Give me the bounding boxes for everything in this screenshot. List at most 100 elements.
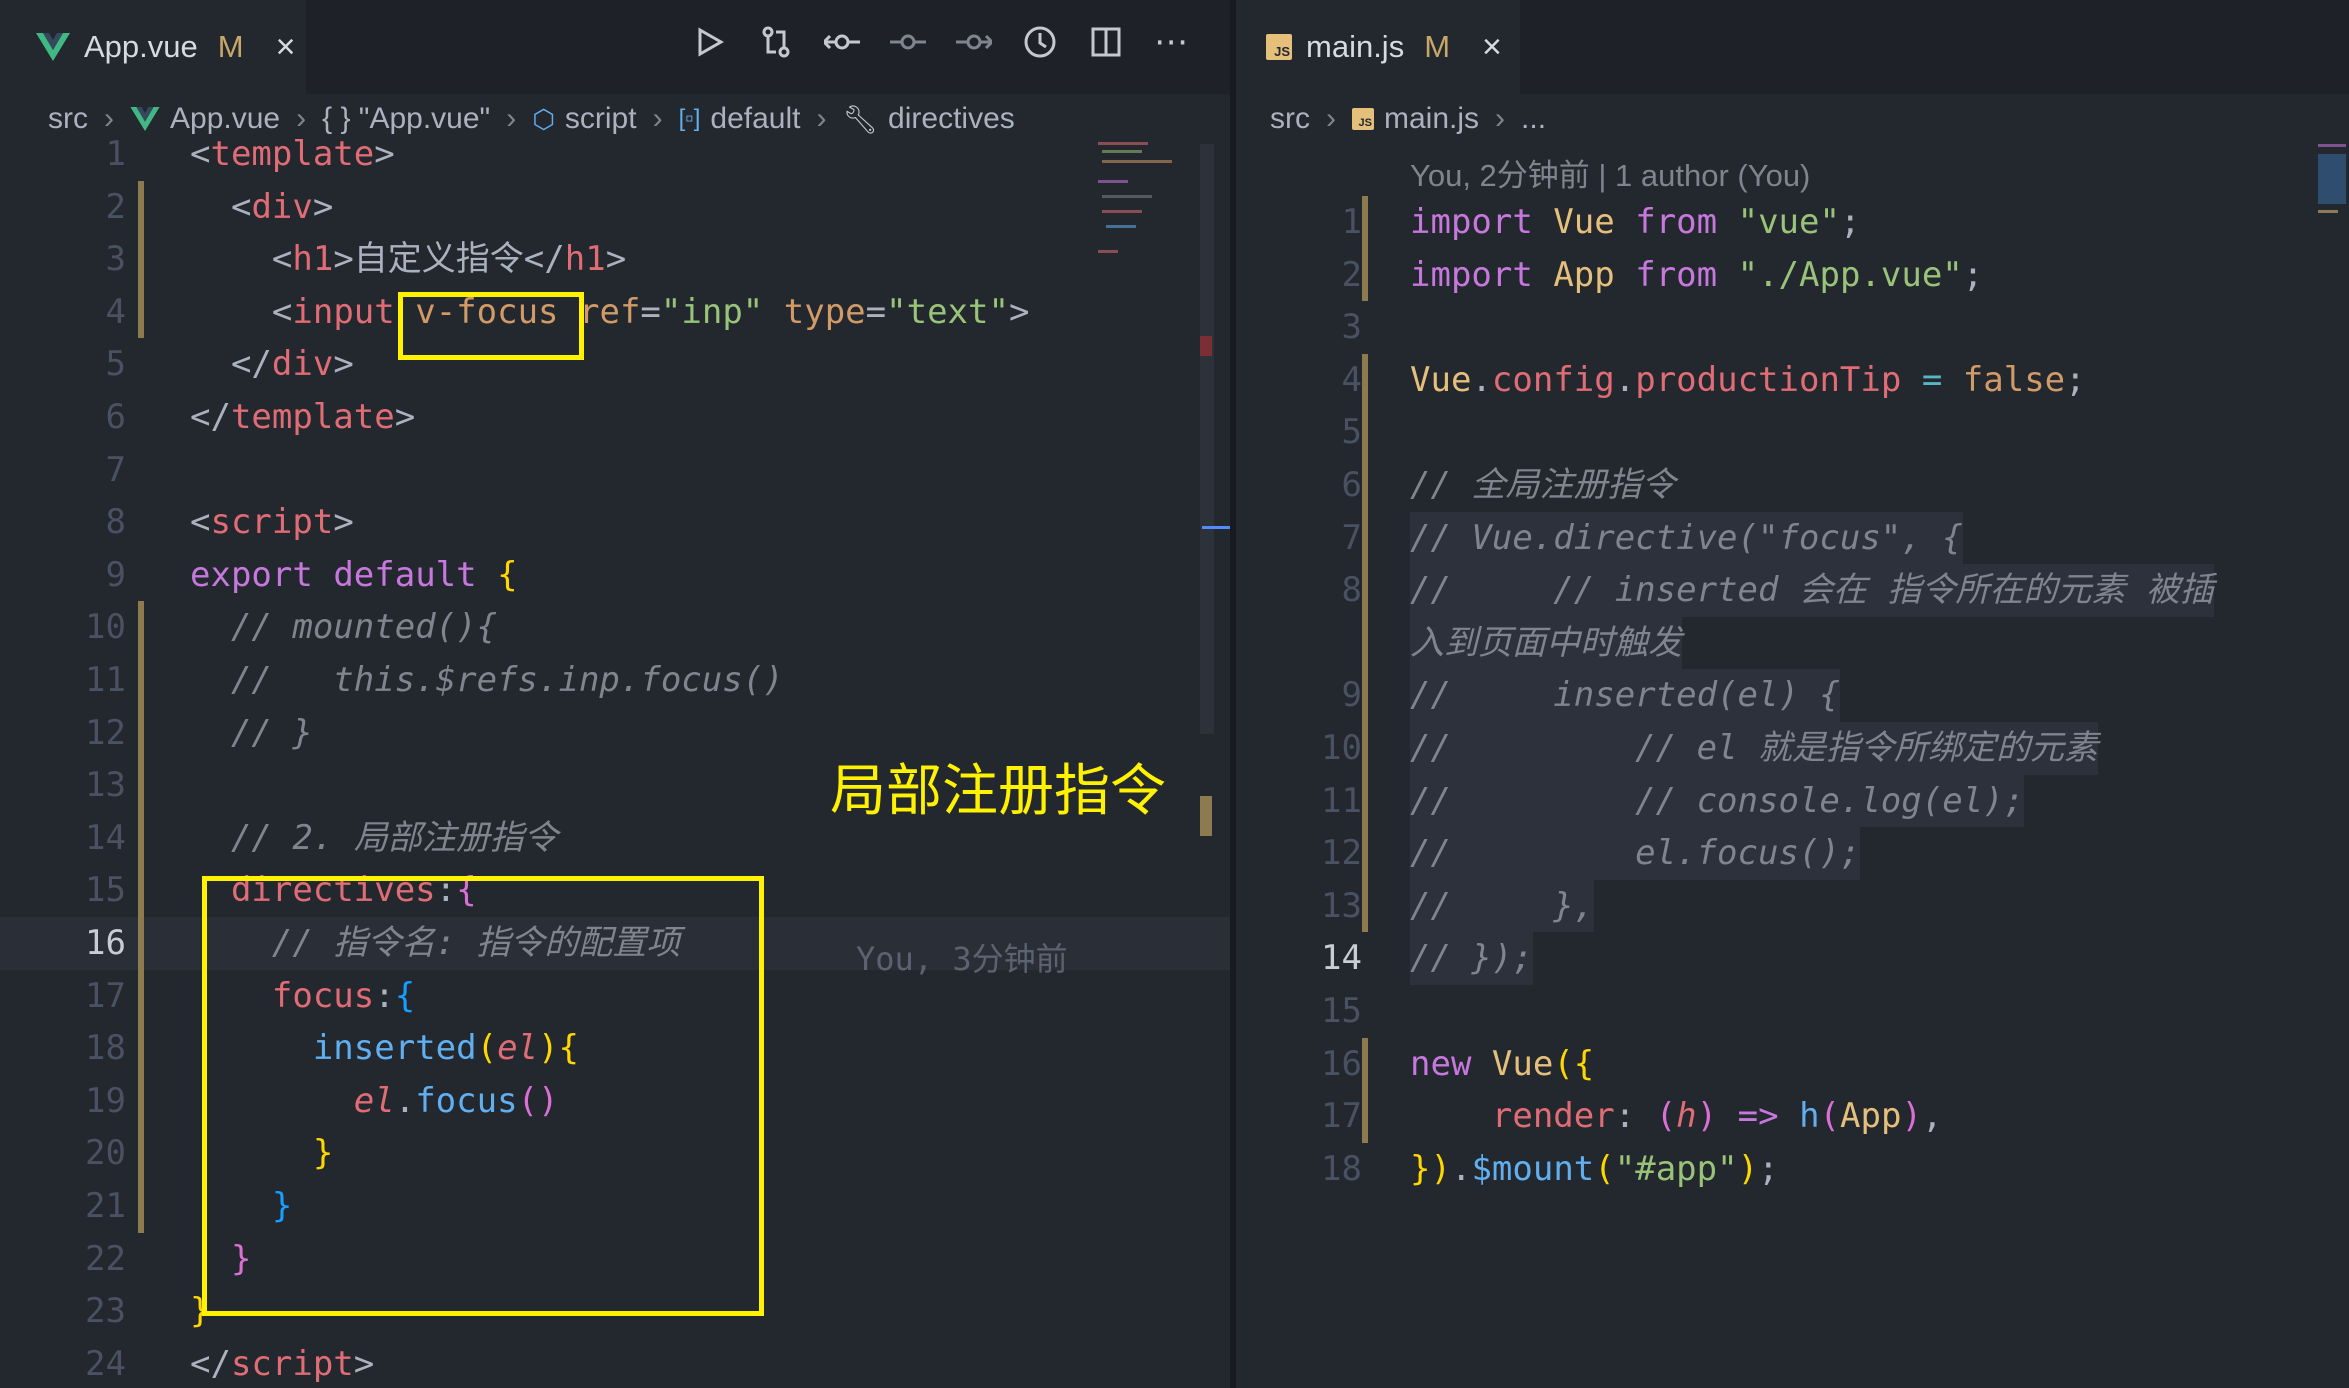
code-text: // el.focus(); bbox=[1410, 827, 1861, 880]
code-line[interactable]: 3 bbox=[1236, 301, 2349, 354]
line-number: 1 bbox=[105, 134, 126, 174]
line-number: 5 bbox=[1341, 412, 1362, 453]
split-editor-icon[interactable] bbox=[1088, 22, 1124, 62]
code-line[interactable]: 11 // // console.log(el); bbox=[1236, 774, 2349, 828]
line-number: 14 bbox=[85, 817, 126, 858]
line-number: 3 bbox=[105, 239, 126, 280]
code-line[interactable]: 1 <template> bbox=[0, 128, 1230, 181]
code-line[interactable]: 10 // // el 就是指令所绑定的元素 bbox=[1236, 722, 2349, 775]
code-text: // }); bbox=[1410, 932, 1533, 985]
line-number: 6 bbox=[1341, 465, 1362, 505]
line-number: 18 bbox=[85, 1028, 126, 1069]
code-text: // // inserted 会在 指令所在的元素 被插 bbox=[1410, 564, 2214, 617]
code-line[interactable]: 10 // mounted(){ bbox=[0, 601, 1230, 654]
js-file-icon: JS bbox=[1266, 34, 1292, 60]
line-number: 8 bbox=[105, 502, 126, 543]
code-line[interactable]: 2 <div> bbox=[0, 181, 1230, 234]
code-line[interactable]: 6 // 全局注册指令 bbox=[1236, 459, 2349, 512]
git-change-gutter[interactable] bbox=[1362, 196, 1368, 302]
line-number: 11 bbox=[1321, 780, 1362, 821]
minimap[interactable] bbox=[2316, 140, 2349, 270]
code-line[interactable]: 18}).$mount("#app"); bbox=[1236, 1143, 2349, 1196]
more-actions-icon[interactable]: ⋯ bbox=[1154, 22, 1190, 62]
code-line[interactable]: 7 // Vue.directive("focus", { bbox=[1236, 511, 2349, 565]
close-tab-icon[interactable]: × bbox=[276, 28, 296, 67]
line-number: 7 bbox=[105, 449, 126, 490]
git-commit-icon[interactable] bbox=[824, 22, 860, 62]
timeline-icon[interactable] bbox=[1022, 22, 1058, 62]
code-line[interactable]: 24 </script> bbox=[0, 1338, 1230, 1388]
breadcrumb-file[interactable]: main.js bbox=[1384, 102, 1479, 136]
line-number: 11 bbox=[85, 660, 126, 700]
line-number: 7 bbox=[1341, 517, 1362, 558]
code-line[interactable]: 15 bbox=[1236, 985, 2349, 1038]
code-text: export default { bbox=[190, 554, 518, 595]
tab-main-js[interactable]: JS main.js M × bbox=[1236, 0, 1520, 94]
code-line[interactable]: 13 // }, bbox=[1236, 879, 2349, 933]
line-number: 1 bbox=[1341, 202, 1362, 242]
scroll-change-marker bbox=[1200, 796, 1212, 836]
left-editor-group: App.vue M × ⋯ src › App.vue › { } "App.v… bbox=[0, 0, 1230, 1388]
annotation-label: 局部注册指令 bbox=[830, 759, 1166, 824]
code-line[interactable]: 7 bbox=[0, 444, 1230, 497]
git-change-gutter[interactable] bbox=[138, 180, 144, 339]
code-line[interactable]: 6 </template> bbox=[0, 391, 1230, 444]
code-text: // // el 就是指令所绑定的元素 bbox=[1410, 722, 2098, 775]
code-line[interactable]: 2 import App from "./App.vue"; bbox=[1236, 249, 2349, 302]
code-text: 入到页面中时触发 bbox=[1410, 616, 1682, 670]
code-line[interactable]: 12 // el.focus(); bbox=[1236, 827, 2349, 880]
code-line[interactable]: 9 // inserted(el) { bbox=[1236, 669, 2349, 722]
code-line[interactable]: 5 </div> bbox=[0, 338, 1230, 391]
line-number: 20 bbox=[85, 1133, 126, 1174]
code-text: </template> bbox=[190, 397, 416, 437]
code-line[interactable]: 17 render: (h) => h(App), bbox=[1236, 1090, 2349, 1143]
vertical-scrollbar[interactable] bbox=[1200, 144, 1214, 734]
chevron-right-icon: › bbox=[1326, 102, 1336, 135]
run-icon[interactable] bbox=[692, 22, 728, 62]
code-line[interactable]: 8 // // inserted 会在 指令所在的元素 被插 bbox=[1236, 564, 2349, 617]
line-number: 21 bbox=[85, 1186, 126, 1226]
close-tab-icon[interactable]: × bbox=[1482, 28, 1502, 67]
git-change-gutter[interactable] bbox=[1362, 353, 1368, 933]
line-number: 16 bbox=[1321, 1043, 1362, 1084]
code-line[interactable]: 入到页面中时触发 bbox=[1236, 616, 2349, 670]
code-line[interactable]: 1 import Vue from "vue"; bbox=[1236, 196, 2349, 249]
breadcrumb: src › JS main.js › ... bbox=[1236, 94, 2349, 144]
line-number: 22 bbox=[85, 1238, 126, 1279]
code-line[interactable]: 16 new Vue({ bbox=[1236, 1038, 2349, 1091]
code-line[interactable]: 4 <input v-focus ref="inp" type="text"> bbox=[0, 286, 1230, 339]
tab-app-vue[interactable]: App.vue M × bbox=[0, 0, 306, 94]
code-line[interactable]: 8 <script> bbox=[0, 496, 1230, 549]
codelens-author[interactable]: You, 2分钟前 | 1 author (You) bbox=[1410, 150, 1810, 195]
editor-actions: ⋯ bbox=[692, 22, 1190, 62]
previous-change-icon[interactable] bbox=[890, 22, 926, 62]
breadcrumb-more[interactable]: ... bbox=[1521, 102, 1546, 136]
code-text: <h1>自定义指令</h1> bbox=[271, 239, 627, 280]
line-number: 23 bbox=[85, 1291, 126, 1332]
code-text: // }, bbox=[1410, 879, 1595, 933]
line-number: 10 bbox=[85, 607, 126, 648]
line-number: 13 bbox=[85, 765, 126, 806]
git-change-gutter[interactable] bbox=[138, 601, 144, 1233]
compare-changes-icon[interactable] bbox=[758, 22, 794, 62]
line-number: 9 bbox=[105, 554, 126, 595]
code-text: <script> bbox=[190, 502, 354, 543]
code-editor[interactable]: 1 import Vue from "vue"; 2 import App from … bbox=[1236, 196, 2349, 1388]
code-text: new Vue({ bbox=[1410, 1043, 1595, 1084]
git-change-gutter[interactable] bbox=[1362, 1037, 1368, 1143]
breadcrumb-src[interactable]: src bbox=[1270, 102, 1310, 136]
line-number: 24 bbox=[85, 1343, 126, 1384]
minimap[interactable] bbox=[1094, 140, 1194, 270]
code-text: Vue.config.productionTip = false; bbox=[1410, 359, 2086, 400]
line-number: 18 bbox=[1321, 1148, 1362, 1189]
code-line[interactable]: 14 // }); bbox=[1236, 932, 2349, 985]
code-line[interactable]: 11 // this.$refs.inp.focus() bbox=[0, 654, 1230, 707]
next-change-icon[interactable] bbox=[956, 22, 992, 62]
line-number: 17 bbox=[85, 975, 126, 1016]
code-line[interactable]: 3 <h1>自定义指令</h1> bbox=[0, 233, 1230, 286]
code-line[interactable]: 9 export default { bbox=[0, 549, 1230, 602]
code-line[interactable]: 4 Vue.config.productionTip = false; bbox=[1236, 354, 2349, 407]
line-number: 9 bbox=[1341, 675, 1362, 716]
code-line[interactable]: 5 bbox=[1236, 406, 2349, 459]
line-number: 14 bbox=[1321, 938, 1362, 979]
